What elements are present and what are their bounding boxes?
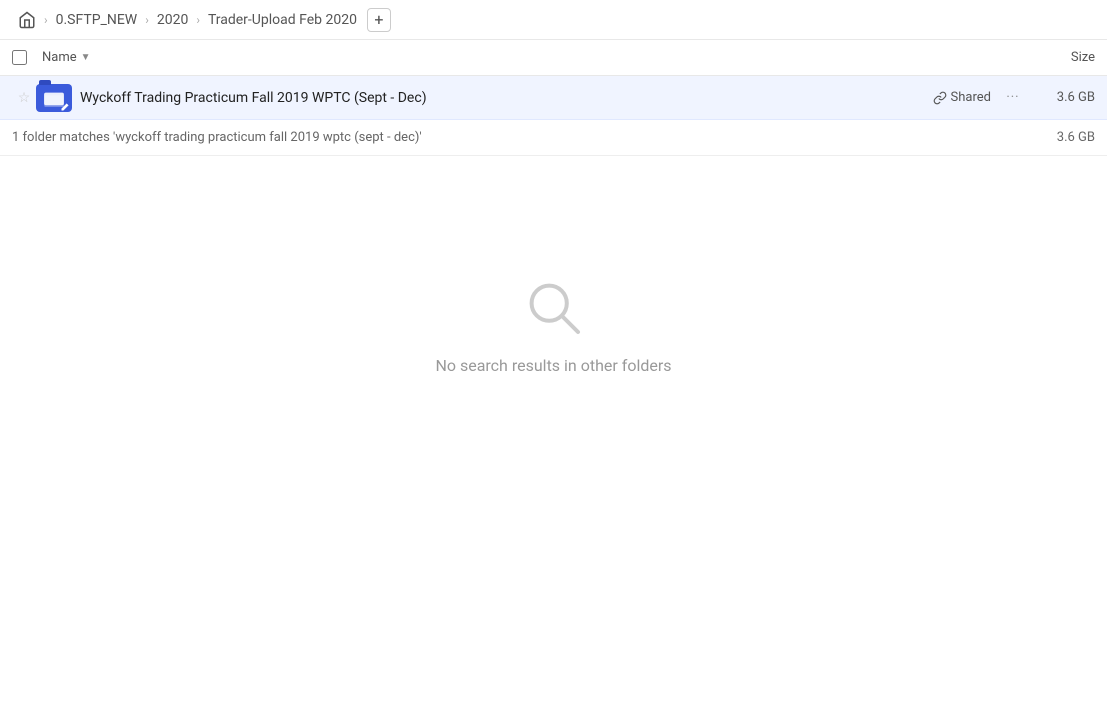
breadcrumb-sep-3: › (194, 13, 202, 27)
breadcrumb-item-2020[interactable]: 2020 (151, 8, 194, 32)
breadcrumb-sep-1: › (42, 13, 50, 27)
size-column-header: Size (1015, 50, 1095, 65)
breadcrumb-sep-2: › (143, 13, 151, 27)
select-all-checkbox-container[interactable] (12, 50, 42, 65)
file-name: Wyckoff Trading Practicum Fall 2019 WPTC… (80, 90, 933, 106)
status-text: 1 folder matches 'wyckoff trading practi… (12, 130, 1057, 145)
no-results-icon (522, 276, 586, 340)
status-bar: 1 folder matches 'wyckoff trading practi… (0, 120, 1107, 156)
star-button[interactable]: ☆ (12, 90, 36, 106)
empty-text: No search results in other folders (435, 356, 671, 375)
breadcrumb-add-button[interactable]: + (367, 8, 391, 32)
status-size: 3.6 GB (1057, 130, 1095, 145)
file-size: 3.6 GB (1035, 90, 1095, 105)
empty-state: No search results in other folders (0, 276, 1107, 375)
column-header: Name ▼ Size (0, 40, 1107, 76)
more-options-button[interactable]: ··· (999, 84, 1027, 112)
breadcrumb-home[interactable] (12, 7, 42, 33)
link-icon (933, 91, 947, 105)
folder-tab (39, 80, 51, 85)
name-column-header[interactable]: Name ▼ (42, 50, 1015, 65)
folder-icon (36, 84, 72, 112)
select-all-checkbox[interactable] (12, 50, 27, 65)
breadcrumb-item-trader[interactable]: Trader-Upload Feb 2020 (202, 8, 363, 32)
sort-chevron-icon: ▼ (81, 52, 91, 63)
breadcrumb-bar: › 0.SFTP_NEW › 2020 › Trader-Upload Feb … (0, 0, 1107, 40)
shared-indicator: Shared (933, 90, 991, 105)
breadcrumb-item-sftp[interactable]: 0.SFTP_NEW (50, 8, 144, 32)
file-row[interactable]: ☆ Wyckoff Trading Practicum Fall 2019 WP… (0, 76, 1107, 120)
